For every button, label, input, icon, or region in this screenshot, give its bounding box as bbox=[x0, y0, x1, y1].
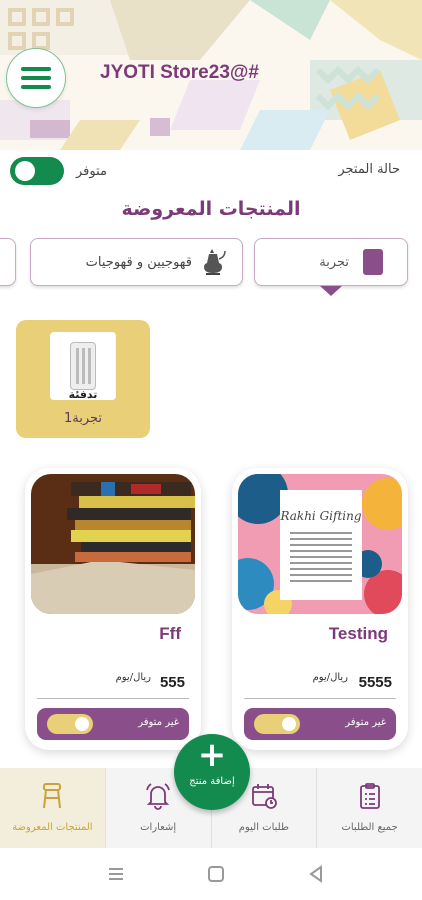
product-image-text: Rakhi Gifting bbox=[279, 509, 361, 523]
product-price: 5555 bbox=[358, 674, 392, 691]
coffee-pot-icon bbox=[204, 249, 226, 275]
availability-toggle[interactable] bbox=[254, 714, 300, 734]
availability-toggle[interactable] bbox=[47, 714, 93, 734]
nav-label: طلبات اليوم bbox=[238, 822, 289, 833]
product-name: Testing bbox=[328, 624, 388, 643]
stool-icon bbox=[38, 782, 66, 810]
hamburger-icon bbox=[21, 67, 51, 71]
nav-label: إشعارات bbox=[140, 822, 177, 833]
selected-category-indicator bbox=[320, 286, 342, 296]
calendar-icon bbox=[250, 782, 278, 810]
nav-item-all-orders[interactable]: جميع الطلبات bbox=[316, 768, 422, 848]
subcategory-name: تجربة1 bbox=[63, 411, 103, 426]
divider bbox=[37, 698, 189, 699]
nav-label: المنتجات المعروضة bbox=[12, 822, 93, 833]
plus-icon: + bbox=[197, 735, 227, 775]
availability-bar: غير متوفر bbox=[244, 708, 396, 740]
page-title: المنتجات المعروضة bbox=[121, 198, 301, 220]
category-chip[interactable]: قهوجيين و قهوجيات bbox=[30, 238, 243, 286]
recent-apps-icon[interactable] bbox=[106, 864, 126, 884]
home-icon[interactable] bbox=[206, 864, 226, 884]
price-unit: ريال/يوم bbox=[312, 672, 348, 683]
category-label: تجربة bbox=[319, 254, 349, 270]
product-price: 555 bbox=[159, 674, 185, 691]
store-name: JYOTI Store23@# bbox=[100, 62, 259, 83]
add-product-button[interactable]: + إضافة منتج bbox=[174, 734, 250, 810]
category-label: قهوجيين و قهوجيات bbox=[85, 254, 192, 270]
availability-status: غير متوفر bbox=[138, 717, 179, 728]
bell-icon bbox=[144, 782, 172, 810]
nav-item-displayed-products[interactable]: المنتجات المعروضة bbox=[0, 768, 105, 848]
availability-status: غير متوفر bbox=[345, 717, 386, 728]
category-chip-partial[interactable] bbox=[0, 238, 16, 286]
availability-label: متوفر bbox=[76, 164, 107, 179]
availability-bar: غير متوفر bbox=[37, 708, 189, 740]
product-card[interactable]: Rakhi Gifting Testing 5555 ريال/يوم غير … bbox=[232, 468, 408, 750]
subcategory-label: تدفئة bbox=[68, 388, 98, 401]
product-card[interactable]: Fff 555 ريال/يوم غير متوفر bbox=[25, 468, 201, 750]
store-status-label: حالة المتجر bbox=[338, 162, 400, 177]
menu-button[interactable] bbox=[6, 48, 66, 108]
product-name: Fff bbox=[159, 624, 181, 643]
category-chip-selected[interactable]: تجربة bbox=[254, 238, 408, 286]
nav-label: جميع الطلبات bbox=[341, 822, 398, 833]
category-color-swatch bbox=[363, 249, 383, 275]
divider bbox=[244, 698, 396, 699]
back-icon[interactable] bbox=[306, 864, 326, 884]
system-navigation-bar bbox=[0, 848, 422, 900]
store-status-toggle[interactable] bbox=[10, 157, 64, 185]
product-image bbox=[31, 474, 195, 614]
price-unit: ريال/يوم bbox=[115, 672, 151, 683]
clipboard-icon bbox=[356, 782, 384, 810]
product-image: Rakhi Gifting bbox=[238, 474, 402, 614]
add-product-label: إضافة منتج bbox=[189, 776, 235, 787]
subcategory-card[interactable]: تدفئة تجربة1 bbox=[16, 320, 150, 438]
